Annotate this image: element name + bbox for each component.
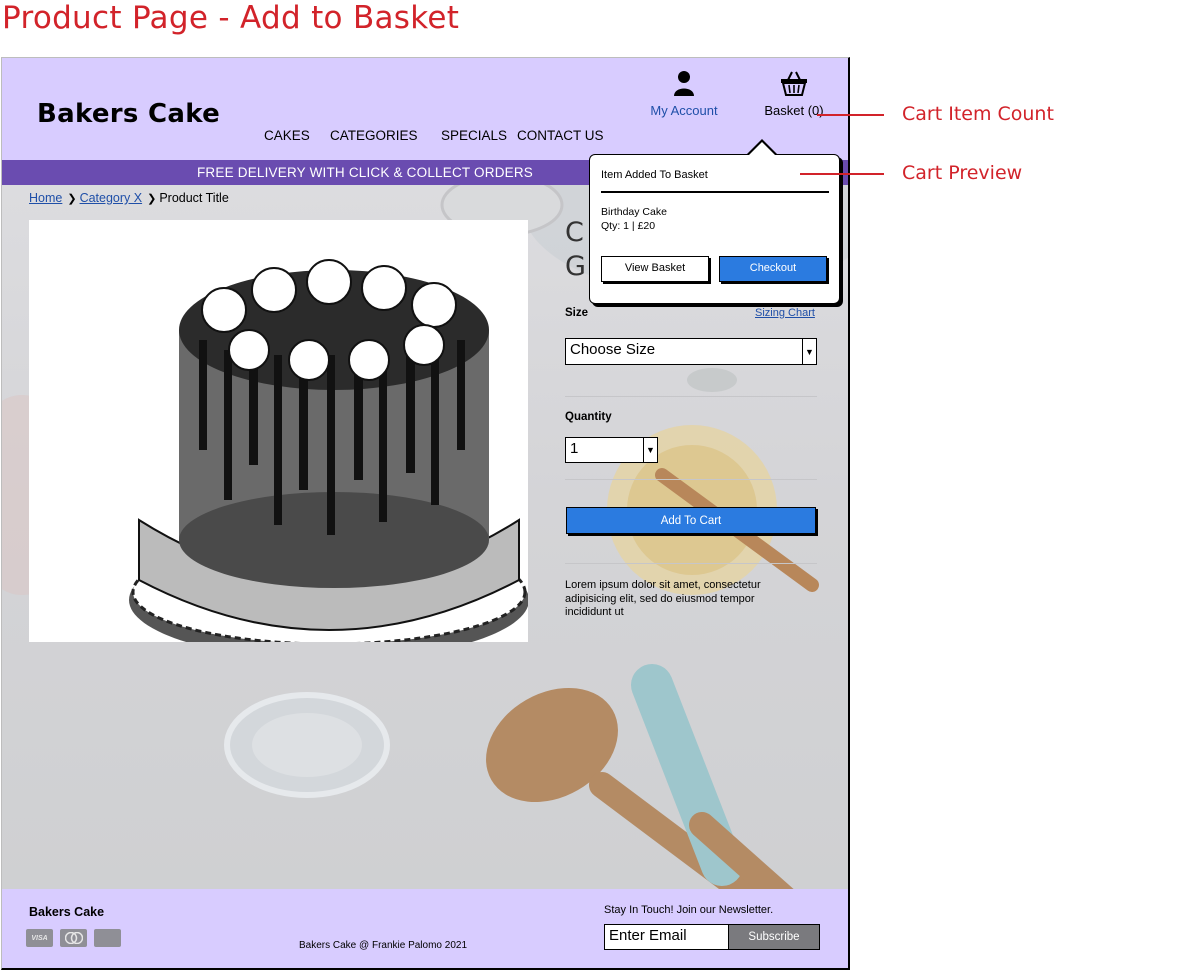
newsletter-email-input[interactable]: Enter Email: [604, 924, 729, 950]
view-basket-button[interactable]: View Basket: [601, 256, 709, 282]
size-select-value: Choose Size: [570, 341, 656, 358]
subscribe-button[interactable]: Subscribe: [729, 924, 820, 950]
nav-contact-us[interactable]: CONTACT US: [517, 128, 604, 143]
size-label: Size: [565, 307, 589, 319]
cart-preview-divider: [601, 191, 829, 193]
annotation-line-cart-count: [817, 114, 884, 116]
divider: [565, 479, 817, 480]
site-header: Bakers Cake CAKES CATEGORIES SPECIALS CO…: [2, 58, 848, 160]
product-description: Lorem ipsum dolor sit amet, consectetur …: [565, 579, 761, 618]
annotation-line-cart-preview: [800, 173, 884, 175]
footer-brand: Bakers Cake: [29, 905, 105, 919]
annotation-cart-preview: Cart Preview: [902, 162, 1023, 184]
cake-image: [29, 220, 528, 642]
product-image: [29, 220, 528, 642]
copyright: Bakers Cake @ Frankie Palomo 2021: [299, 940, 468, 951]
wireframe: Bakers Cake CAKES CATEGORIES SPECIALS CO…: [1, 57, 850, 970]
amex-card-icon: [94, 929, 121, 947]
cart-item-qty-price: Qty: 1 | £20: [601, 220, 656, 232]
nav-cakes[interactable]: CAKES: [264, 128, 310, 143]
site-footer: Bakers Cake VISA Bakers Cake @ Frankie P…: [2, 889, 848, 968]
checkout-button[interactable]: Checkout: [719, 256, 827, 282]
add-to-cart-button[interactable]: Add To Cart: [566, 507, 816, 534]
product-title-line-1: C: [565, 217, 584, 248]
nav-categories[interactable]: CATEGORIES: [330, 128, 418, 143]
cart-item-name: Birthday Cake: [601, 206, 667, 218]
basket-icon: [781, 71, 807, 96]
breadcrumb: Home ❯ Category X ❯ Product Title: [29, 191, 229, 205]
cart-preview-popover: Item Added To Basket Birthday Cake Qty: …: [589, 139, 840, 304]
basket-link[interactable]: Basket (0): [754, 70, 834, 118]
chevron-right-icon: ❯: [147, 193, 157, 205]
breadcrumb-current: Product Title: [159, 191, 229, 205]
annotation-cart-item-count: Cart Item Count: [902, 103, 1054, 125]
newsletter-text: Stay In Touch! Join our Newsletter.: [604, 904, 774, 916]
visa-card-icon: VISA: [26, 929, 53, 947]
breadcrumb-category[interactable]: Category X: [80, 191, 143, 205]
sizing-chart-link[interactable]: Sizing Chart: [755, 307, 815, 319]
site-logo[interactable]: Bakers Cake: [37, 99, 220, 129]
cart-preview-heading: Item Added To Basket: [601, 169, 708, 181]
quantity-select[interactable]: 1 ▼: [565, 437, 658, 463]
page-heading: Product Page - Add to Basket: [2, 0, 460, 36]
user-icon: [674, 71, 694, 96]
nav-specials[interactable]: SPECIALS: [441, 128, 507, 143]
quantity-label: Quantity: [565, 411, 612, 423]
product-title: C G: [565, 216, 586, 284]
cart-preview-item: Birthday Cake Qty: 1 | £20: [601, 205, 667, 233]
product-title-line-2: G: [565, 251, 586, 282]
chevron-down-icon: ▼: [643, 438, 657, 462]
divider: [565, 563, 817, 564]
payment-cards: VISA: [26, 929, 121, 947]
chevron-down-icon: ▼: [802, 339, 816, 364]
quantity-select-value: 1: [570, 440, 579, 457]
chevron-right-icon: ❯: [67, 193, 77, 205]
mastercard-icon: [60, 929, 87, 947]
breadcrumb-home[interactable]: Home: [29, 191, 62, 205]
my-account-link[interactable]: My Account: [642, 70, 726, 118]
divider: [565, 396, 817, 397]
delivery-banner-text: FREE DELIVERY WITH CLICK & COLLECT ORDER…: [196, 165, 534, 180]
mastercard-circles-icon: [64, 932, 83, 944]
size-select[interactable]: Choose Size ▼: [565, 338, 817, 365]
my-account-label: My Account: [650, 103, 718, 118]
